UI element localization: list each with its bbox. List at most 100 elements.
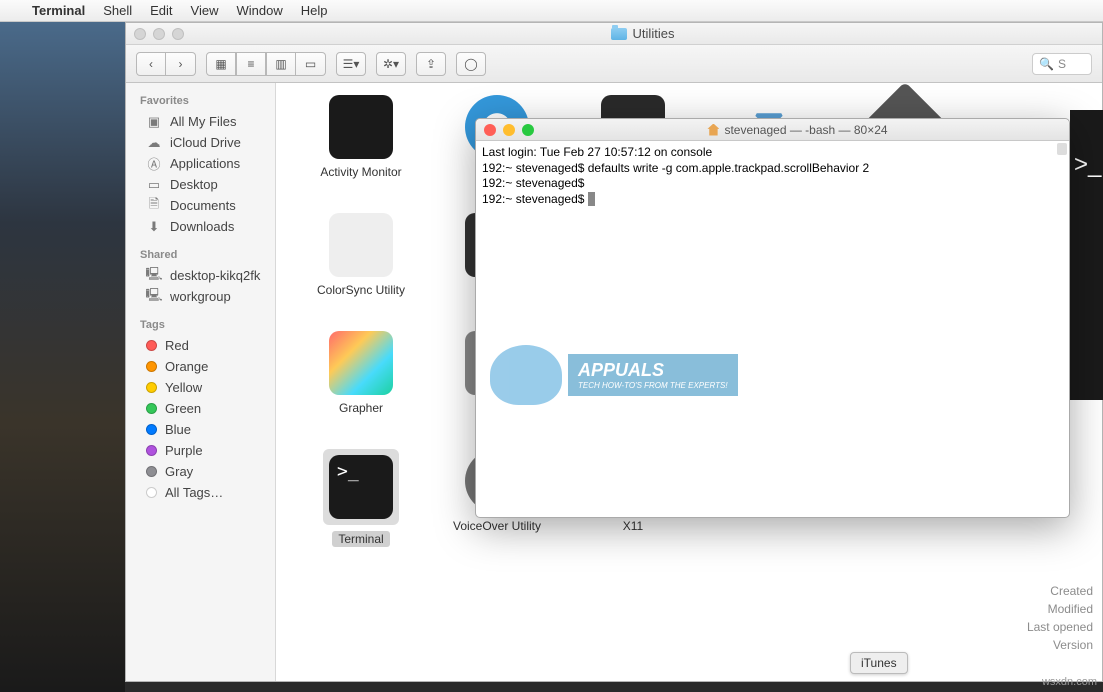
app-item-terminal[interactable]: Terminal: [296, 449, 426, 559]
tags-button[interactable]: ◯: [456, 52, 486, 76]
view-gallery-button[interactable]: ▭: [296, 52, 326, 76]
all-files-icon: ▣: [146, 115, 162, 129]
sidebar-item-documents[interactable]: 🗎Documents: [126, 195, 275, 216]
sidebar-item-downloads[interactable]: ⬇Downloads: [126, 216, 275, 237]
app-label: X11: [623, 519, 643, 533]
app-item-activity-monitor[interactable]: Activity Monitor: [296, 95, 426, 205]
docs-icon: 🗎: [146, 199, 162, 213]
sidebar-item-desktop[interactable]: ▭Desktop: [126, 174, 275, 195]
menu-shell[interactable]: Shell: [103, 3, 132, 18]
app-label: Activity Monitor: [320, 165, 401, 179]
sidebar-all-tags[interactable]: All Tags…: [126, 482, 275, 503]
app-label: VoiceOver Utility: [453, 519, 541, 533]
terminal-titlebar[interactable]: stevenaged — -bash — 80×24: [476, 119, 1069, 141]
finder-sidebar: Favorites ▣All My Files ☁iCloud Drive ⒶA…: [126, 83, 276, 681]
nav-buttons: ‹ ›: [136, 52, 196, 76]
tag-dot-icon: [146, 403, 157, 414]
cloud-icon: ☁: [146, 136, 162, 150]
app-label: ColorSync Utility: [317, 283, 405, 297]
sidebar-head-tags: Tags: [126, 315, 275, 335]
sidebar-item-shared-0[interactable]: 🖳desktop-kikq2fk: [126, 265, 275, 286]
sidebar-item-icloud[interactable]: ☁iCloud Drive: [126, 132, 275, 153]
close-button[interactable]: [484, 124, 496, 136]
view-buttons: ▦ ≡ ▥ ▭: [206, 52, 326, 76]
minimize-button[interactable]: [503, 124, 515, 136]
menu-view[interactable]: View: [191, 3, 219, 18]
dock-tooltip: iTunes: [850, 652, 908, 674]
search-icon: 🔍: [1039, 57, 1054, 71]
sidebar-tag-yellow[interactable]: Yellow: [126, 377, 275, 398]
traffic-lights: [484, 124, 534, 136]
downloads-icon: ⬇: [146, 220, 162, 234]
terminal-line: 192:~ stevenaged$ defaults write -g com.…: [482, 161, 1063, 177]
info-modified: Modified: [1027, 600, 1093, 618]
info-panel: Created Modified Last opened Version: [1027, 582, 1093, 654]
app-item-colorsync-utility[interactable]: ColorSync Utility: [296, 213, 426, 323]
tag-dot-icon: [146, 424, 157, 435]
sidebar-item-applications[interactable]: ⒶApplications: [126, 153, 275, 174]
view-list-button[interactable]: ≡: [236, 52, 266, 76]
finder-titlebar[interactable]: Utilities: [126, 23, 1102, 45]
info-version: Version: [1027, 636, 1093, 654]
menu-help[interactable]: Help: [301, 3, 328, 18]
computer-icon: 🖳: [146, 269, 162, 283]
home-icon: [707, 124, 719, 136]
sidebar-tag-orange[interactable]: Orange: [126, 356, 275, 377]
watermark: APPUALS TECH HOW-TO'S FROM THE EXPERTS!: [490, 345, 738, 405]
info-created: Created: [1027, 582, 1093, 600]
search-field[interactable]: 🔍 S: [1032, 53, 1092, 75]
arrange-button[interactable]: ☰▾: [336, 52, 366, 76]
desktop-wallpaper: [0, 22, 125, 692]
zoom-button[interactable]: [522, 124, 534, 136]
terminal-line: 192:~ stevenaged$: [482, 176, 1063, 192]
app-label: Grapher: [339, 401, 383, 415]
watermark-mascot-icon: [490, 345, 562, 405]
tag-dot-icon: [146, 466, 157, 477]
source-watermark: wsxdn.com: [1042, 676, 1097, 688]
info-last-opened: Last opened: [1027, 618, 1093, 636]
sidebar-head-favorites: Favorites: [126, 91, 275, 111]
scrollbar[interactable]: [1057, 143, 1067, 155]
sidebar-item-all-my-files[interactable]: ▣All My Files: [126, 111, 275, 132]
sidebar-tag-blue[interactable]: Blue: [126, 419, 275, 440]
forward-button[interactable]: ›: [166, 52, 196, 76]
terminal-title: stevenaged — -bash — 80×24: [534, 123, 1061, 137]
terminal-line: Last login: Tue Feb 27 10:57:12 on conso…: [482, 145, 1063, 161]
folder-icon: [611, 28, 627, 40]
sidebar-tag-red[interactable]: Red: [126, 335, 275, 356]
app-label: Terminal: [332, 531, 389, 547]
finder-toolbar: ‹ › ▦ ≡ ▥ ▭ ☰▾ ✲▾ ⇪ ◯ 🔍 S: [126, 45, 1102, 83]
menu-app[interactable]: Terminal: [32, 3, 85, 18]
right-preview-fragment: >_: [1070, 110, 1103, 400]
terminal-body[interactable]: Last login: Tue Feb 27 10:57:12 on conso…: [476, 141, 1069, 517]
search-placeholder: S: [1058, 57, 1066, 71]
desktop-icon: ▭: [146, 178, 162, 192]
minimize-button[interactable]: [153, 28, 165, 40]
sidebar-tag-gray[interactable]: Gray: [126, 461, 275, 482]
all-tags-icon: [146, 487, 157, 498]
action-button[interactable]: ✲▾: [376, 52, 406, 76]
app-icon: [329, 455, 393, 519]
sidebar-item-shared-1[interactable]: 🖳workgroup: [126, 286, 275, 307]
tag-dot-icon: [146, 361, 157, 372]
menubar: Terminal Shell Edit View Window Help: [0, 0, 1103, 22]
computer-icon: 🖳: [146, 290, 162, 304]
apps-icon: Ⓐ: [146, 157, 162, 171]
zoom-button[interactable]: [172, 28, 184, 40]
terminal-window: stevenaged — -bash — 80×24 Last login: T…: [475, 118, 1070, 518]
share-button[interactable]: ⇪: [416, 52, 446, 76]
tag-dot-icon: [146, 382, 157, 393]
terminal-line: 192:~ stevenaged$: [482, 192, 1063, 208]
tag-dot-icon: [146, 445, 157, 456]
view-column-button[interactable]: ▥: [266, 52, 296, 76]
sidebar-tag-purple[interactable]: Purple: [126, 440, 275, 461]
sidebar-tag-green[interactable]: Green: [126, 398, 275, 419]
app-item-grapher[interactable]: Grapher: [296, 331, 426, 441]
app-icon: [329, 95, 393, 159]
view-icon-button[interactable]: ▦: [206, 52, 236, 76]
back-button[interactable]: ‹: [136, 52, 166, 76]
app-icon: [329, 213, 393, 277]
menu-window[interactable]: Window: [237, 3, 283, 18]
menu-edit[interactable]: Edit: [150, 3, 172, 18]
close-button[interactable]: [134, 28, 146, 40]
